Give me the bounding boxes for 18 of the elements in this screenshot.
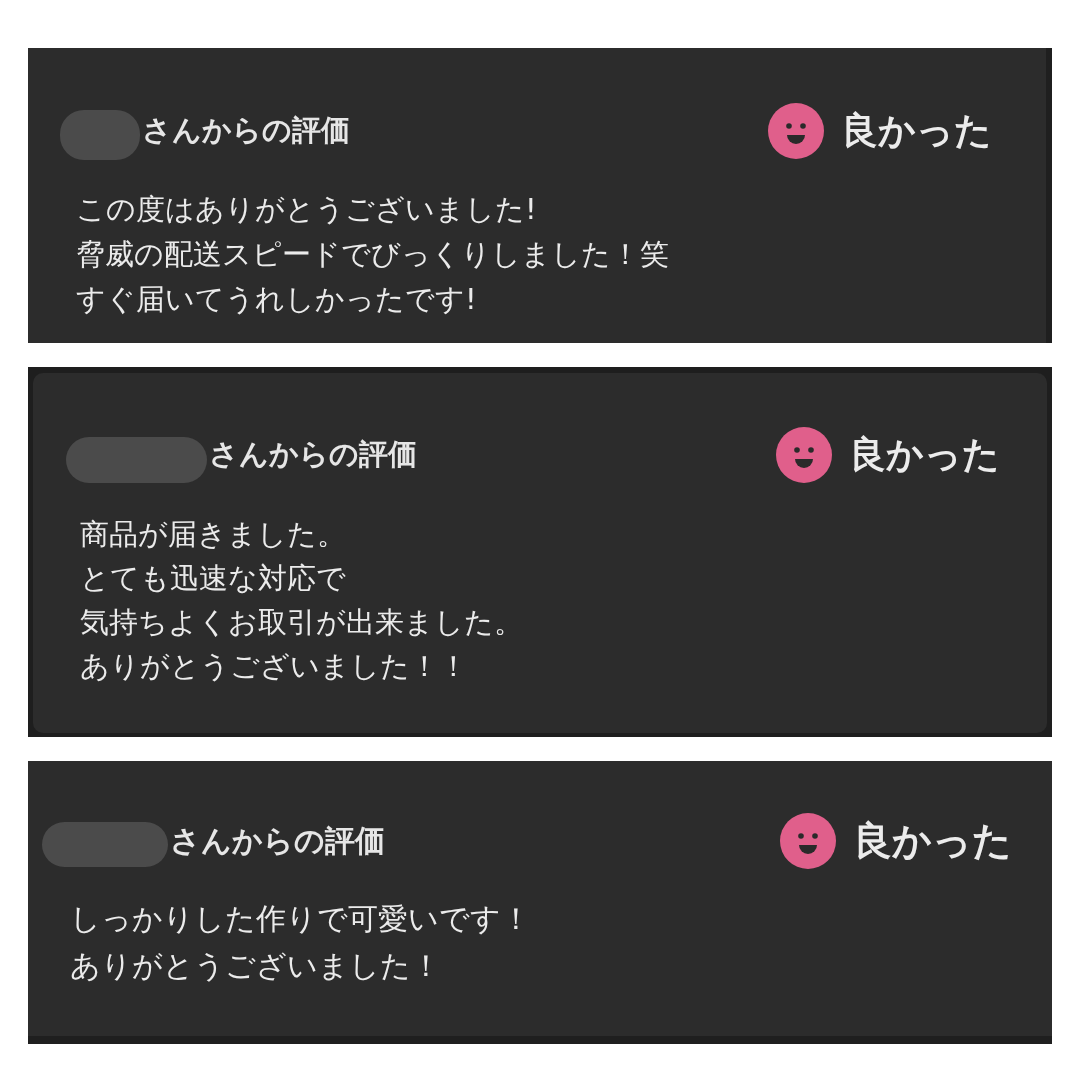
comment-line: ありがとうございました！！ <box>80 648 468 685</box>
rating-label: 良かった <box>841 108 992 154</box>
smiley-face-icon <box>776 427 832 483</box>
review-title: さんからの評価 <box>209 436 417 473</box>
comment-line: ありがとうございました！ <box>70 947 441 985</box>
review-title: さんからの評価 <box>170 821 385 860</box>
comment-line: この度はありがとうございました! <box>76 191 537 228</box>
comment-line: しっかりした作りで可愛いです！ <box>70 900 531 938</box>
comment-line: 気持ちよくお取引が出来ました。 <box>80 604 523 641</box>
review-title: さんからの評価 <box>142 112 350 149</box>
comment-line: 商品が届きました。 <box>80 516 346 553</box>
smiley-face-icon <box>768 103 824 159</box>
comment-line: とても迅速な対応で <box>80 560 346 597</box>
rating-label: 良かった <box>849 432 1000 478</box>
smiley-face-icon <box>780 813 836 869</box>
rating-label: 良かった <box>853 817 1012 865</box>
comment-line: 脅威の配送スピードでびっくりしました！笑 <box>76 236 669 273</box>
comment-line: すぐ届いてうれしかったです! <box>76 281 477 318</box>
